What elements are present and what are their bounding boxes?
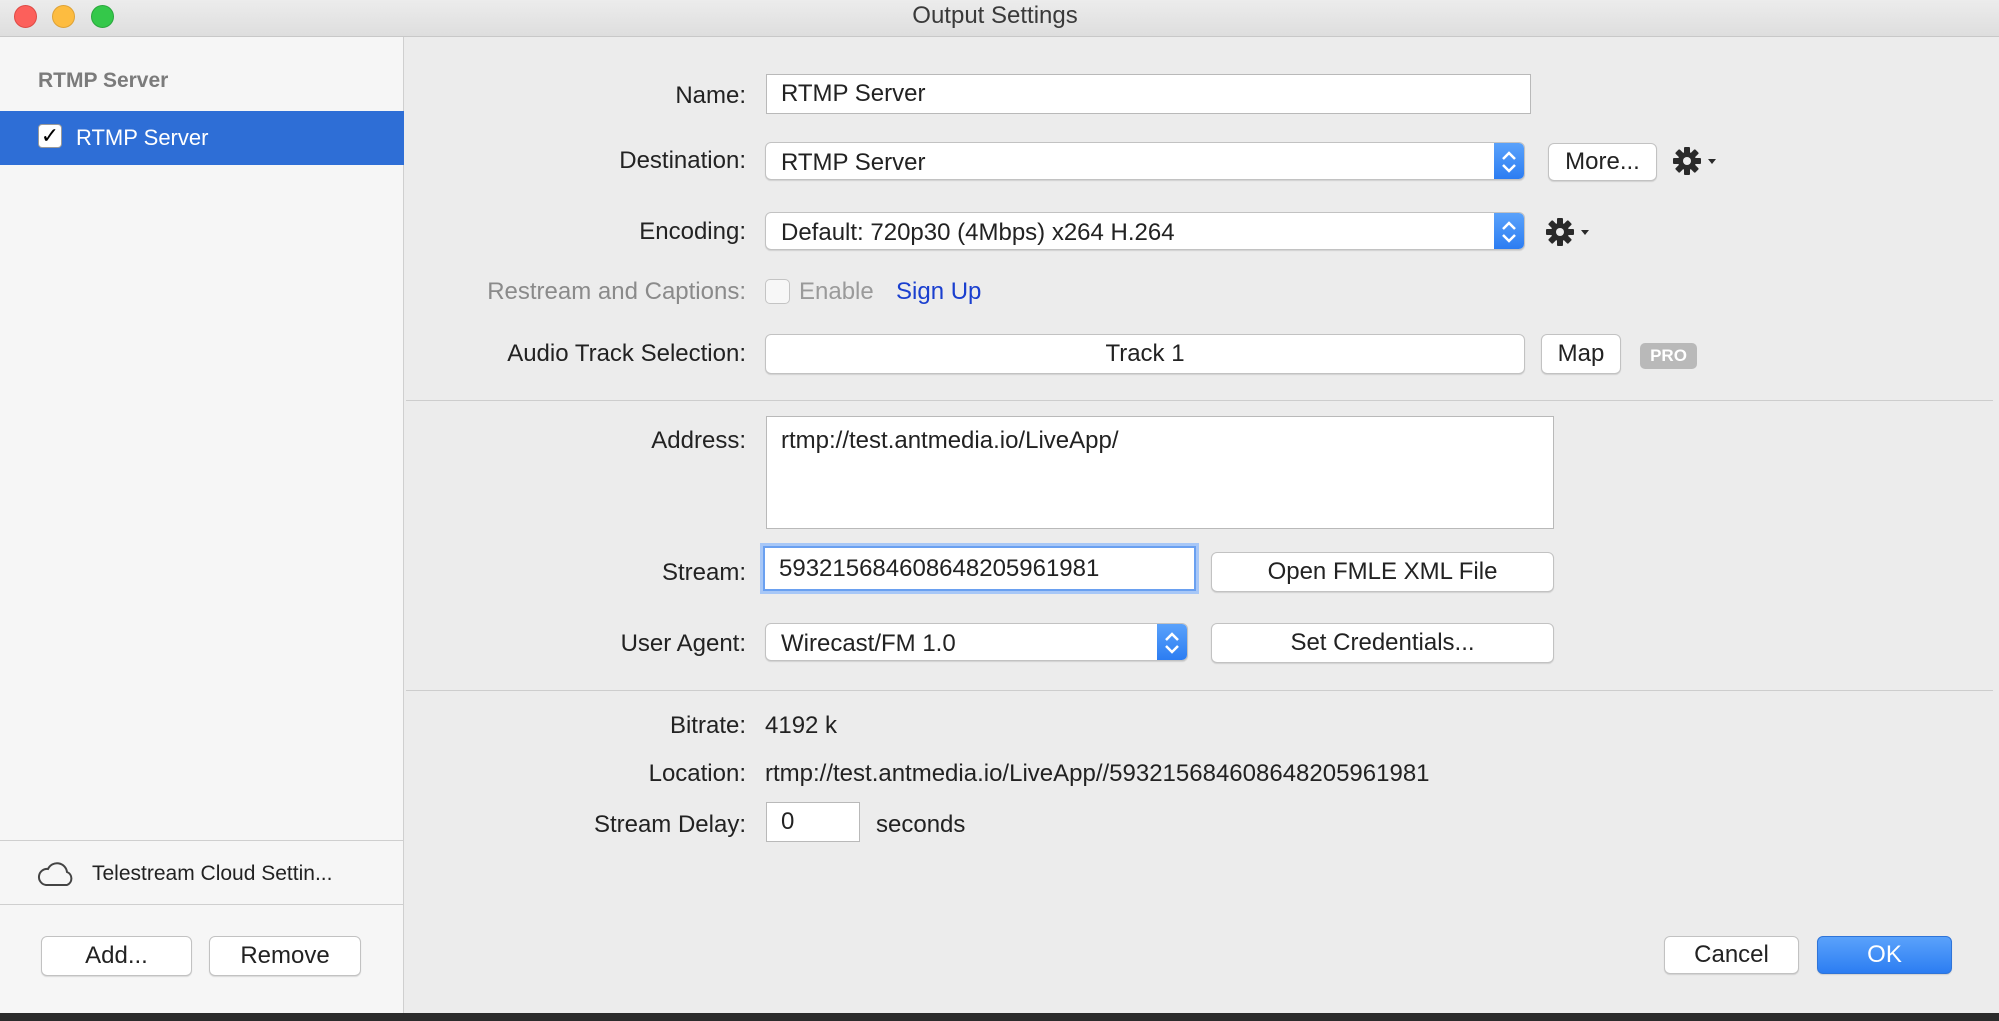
location-value: rtmp://test.antmedia.io/LiveApp//5932156… [765, 760, 1430, 787]
restream-captions-label: Restream and Captions: [487, 278, 746, 305]
encoding-value: Default: 720p30 (4Mbps) x264 H.264 [781, 219, 1175, 246]
destination-select[interactable]: RTMP Server [765, 142, 1525, 180]
enable-restream-checkbox[interactable] [765, 279, 790, 304]
sidebar-divider [0, 904, 404, 905]
pro-badge: PRO [1640, 343, 1697, 369]
location-label: Location: [648, 760, 746, 787]
destination-gear-menu-icon[interactable] [1672, 145, 1720, 177]
set-credentials-button[interactable]: Set Credentials... [1211, 623, 1554, 663]
user-agent-select[interactable]: Wirecast/FM 1.0 [765, 623, 1188, 661]
enable-label: Enable [799, 278, 874, 305]
sign-up-link[interactable]: Sign Up [896, 278, 981, 306]
audio-track-selector[interactable]: Track 1 [765, 334, 1525, 374]
bitrate-value: 4192 k [765, 712, 838, 739]
map-button[interactable]: Map [1541, 334, 1621, 374]
name-label: Name: [675, 82, 746, 109]
title-bar: Output Settings [0, 0, 1999, 37]
cancel-button[interactable]: Cancel [1664, 936, 1799, 974]
user-agent-value: Wirecast/FM 1.0 [781, 630, 956, 657]
address-textarea[interactable]: rtmp://test.antmedia.io/LiveApp/ [766, 416, 1554, 529]
audio-track-label: Audio Track Selection: [507, 340, 746, 367]
more-button[interactable]: More... [1548, 143, 1657, 181]
user-agent-stepper-icon [1157, 624, 1187, 660]
sidebar-divider [0, 840, 404, 841]
stream-label: Stream: [661, 559, 746, 586]
stream-key-input[interactable]: 593215684608648205961981 [763, 546, 1196, 591]
destination-label: Destination: [619, 147, 746, 174]
encoding-stepper-icon [1494, 213, 1524, 249]
stream-delay-input[interactable]: 0 [766, 802, 860, 842]
sidebar-item-checkbox[interactable]: ✓ [38, 124, 62, 148]
sidebar-item-rtmp-server[interactable]: ✓ RTMP Server [0, 111, 404, 165]
destination-stepper-icon [1494, 143, 1524, 179]
ok-button[interactable]: OK [1817, 936, 1952, 974]
sidebar-header: RTMP Server [38, 69, 169, 92]
add-output-button[interactable]: Add... [41, 936, 192, 976]
sidebar-item-label: RTMP Server [76, 125, 209, 150]
user-agent-label: User Agent: [620, 630, 746, 657]
window-title: Output Settings [912, 2, 1078, 29]
bitrate-label: Bitrate: [669, 712, 746, 739]
output-settings-window: Output Settings RTMP Server ✓ RTMP Serve… [0, 0, 1999, 1013]
name-input[interactable]: RTMP Server [766, 74, 1531, 114]
stream-delay-label: Stream Delay: [593, 811, 746, 838]
open-fmle-xml-button[interactable]: Open FMLE XML File [1211, 552, 1554, 592]
encoding-select[interactable]: Default: 720p30 (4Mbps) x264 H.264 [765, 212, 1525, 250]
cloud-icon [37, 862, 73, 886]
output-list-sidebar: RTMP Server ✓ RTMP Server Telestream Clo… [0, 37, 404, 1013]
encoding-gear-menu-icon[interactable] [1545, 216, 1593, 248]
section-divider [406, 690, 1993, 691]
encoding-label: Encoding: [639, 218, 746, 245]
telestream-cloud-settings-link[interactable]: Telestream Cloud Settin... [92, 862, 332, 886]
address-label: Address: [651, 427, 746, 454]
stream-delay-unit: seconds [876, 811, 966, 838]
destination-value: RTMP Server [781, 149, 926, 176]
remove-output-button[interactable]: Remove [209, 936, 361, 976]
section-divider [406, 400, 1993, 401]
